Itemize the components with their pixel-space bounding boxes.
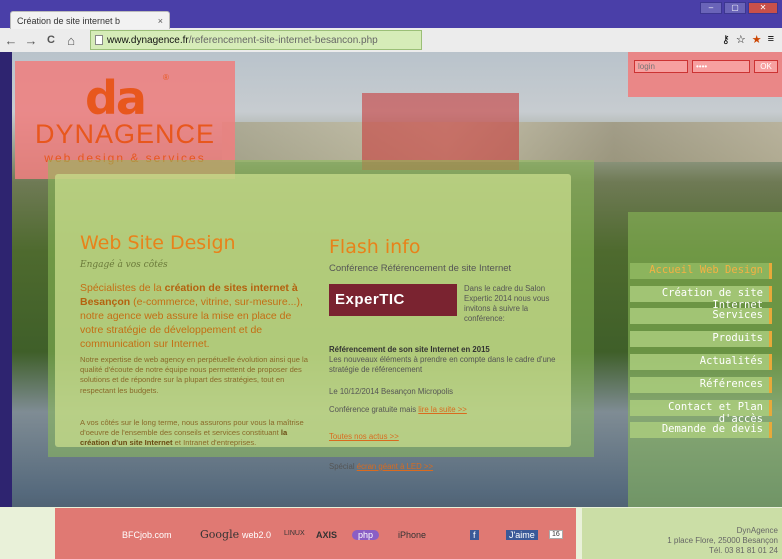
led-screen-link[interactable]: écran géant à LED >> [357,462,433,471]
tagline-script: Engagé à vos côtés [80,260,168,270]
logo-registered: ® [163,73,169,82]
axis-logo[interactable]: AXIS [316,530,337,540]
flash-subtitle: Conférence Référencement de site Interne… [329,263,512,274]
phone-number: Tél. 03 81 81 01 24 [709,546,778,555]
menu-icon[interactable]: ≡ [768,33,774,46]
all-news: Toutes nos actus >> [329,432,569,442]
bookmark-star-icon[interactable]: ☆ [736,33,746,46]
menu-item-devis[interactable]: Demande de devis [630,422,772,438]
special: Spécial écran géant à LED >> [329,462,434,471]
php-logo[interactable]: php [352,530,380,540]
flash-description: Les nouveaux éléments à prendre en compt… [329,355,556,374]
login-form: OK [628,52,782,97]
reload-icon[interactable]: C [42,34,60,46]
flash-info-title: Flash info [329,236,421,258]
intro-paragraph: Spécialistes de la création de sites int… [80,282,303,350]
expertic-logo[interactable]: ExperTIC [329,284,457,316]
menu-item-creation[interactable]: Création de site Internet [630,286,772,311]
ok-button[interactable]: OK [754,60,778,73]
menu-item-contact[interactable]: Contact et Plan d'accès [630,400,772,425]
toolbar-icons: ⚷ ☆ ★ ≡ [722,33,774,46]
web-site-design-title: Web Site Design [80,232,236,254]
iphone-logo[interactable]: iPhone [398,530,426,540]
flash-free: Conférence gratuite mais lire la suite >… [329,405,467,414]
page-icon [95,35,103,45]
like-count: 16 [549,530,563,539]
street-address: 1 place Flore, 25000 Besançon [667,536,778,545]
url-path: /referencement-site-internet-besancon.ph… [188,35,378,46]
address-bar[interactable]: www.dynagence.fr/referencement-site-inte… [90,30,422,50]
menu-item-accueil[interactable]: Accueil Web Design [630,263,772,279]
all-news-link[interactable]: Toutes nos actus >> [329,432,399,441]
close-window-icon[interactable]: ✕ [748,2,778,14]
google-logo[interactable]: Google [200,528,239,541]
services-paragraph: A vos côtés sur le long terme, nous assu… [80,418,304,448]
forward-icon[interactable]: → [22,33,40,48]
facebook-icon[interactable]: f [470,530,479,540]
window-controls: – ▢ ✕ [700,2,778,14]
menu-item-services[interactable]: Services [630,308,772,324]
home-icon[interactable]: ⌂ [62,33,80,48]
flash-date: Le 10/12/2014 Besançon Micropolis [329,387,453,396]
expertise-paragraph: Notre expertise de web agency en perpétu… [80,355,308,395]
bfcjob-logo[interactable]: BFCjob.com [122,530,172,540]
back-icon[interactable]: ← [2,33,20,48]
castle-image [362,93,519,170]
logo-mark: da [85,71,147,125]
maximize-icon[interactable]: ▢ [724,2,746,14]
logo-name: DYNAGENCE [34,119,216,149]
tab-title: Création de site internet b [17,15,121,26]
linux-logo[interactable]: LINUX [284,530,305,537]
key-icon[interactable]: ⚷ [722,33,730,46]
tab-close-icon[interactable]: × [158,16,163,26]
browser-tab[interactable]: Création de site internet b × [10,11,170,29]
menu-item-references[interactable]: Références [630,377,772,393]
read-more-link[interactable]: lire la suite >> [418,405,467,414]
favorite-star-icon[interactable]: ★ [752,33,762,46]
url-domain: www.dynagence.fr [107,35,189,46]
minimize-icon[interactable]: – [700,2,722,14]
web20-logo[interactable]: web2.0 [242,530,271,540]
browser-chrome: Création de site internet b × – ▢ ✕ ← → … [0,0,782,52]
menu-item-produits[interactable]: Produits [630,331,772,347]
flash-bold-title: Référencement de son site Internet en 20… [329,345,490,354]
flash-intro: Dans le cadre du Salon Expertic 2014 nou… [464,284,550,323]
login-field[interactable] [634,60,688,73]
company-name: DynAgence [736,526,778,535]
password-field[interactable] [692,60,750,73]
like-button[interactable]: J'aime [506,530,538,540]
menu-item-actualites[interactable]: Actualités [630,354,772,370]
company-address: DynAgence 1 place Flore, 25000 Besançon … [667,526,778,556]
